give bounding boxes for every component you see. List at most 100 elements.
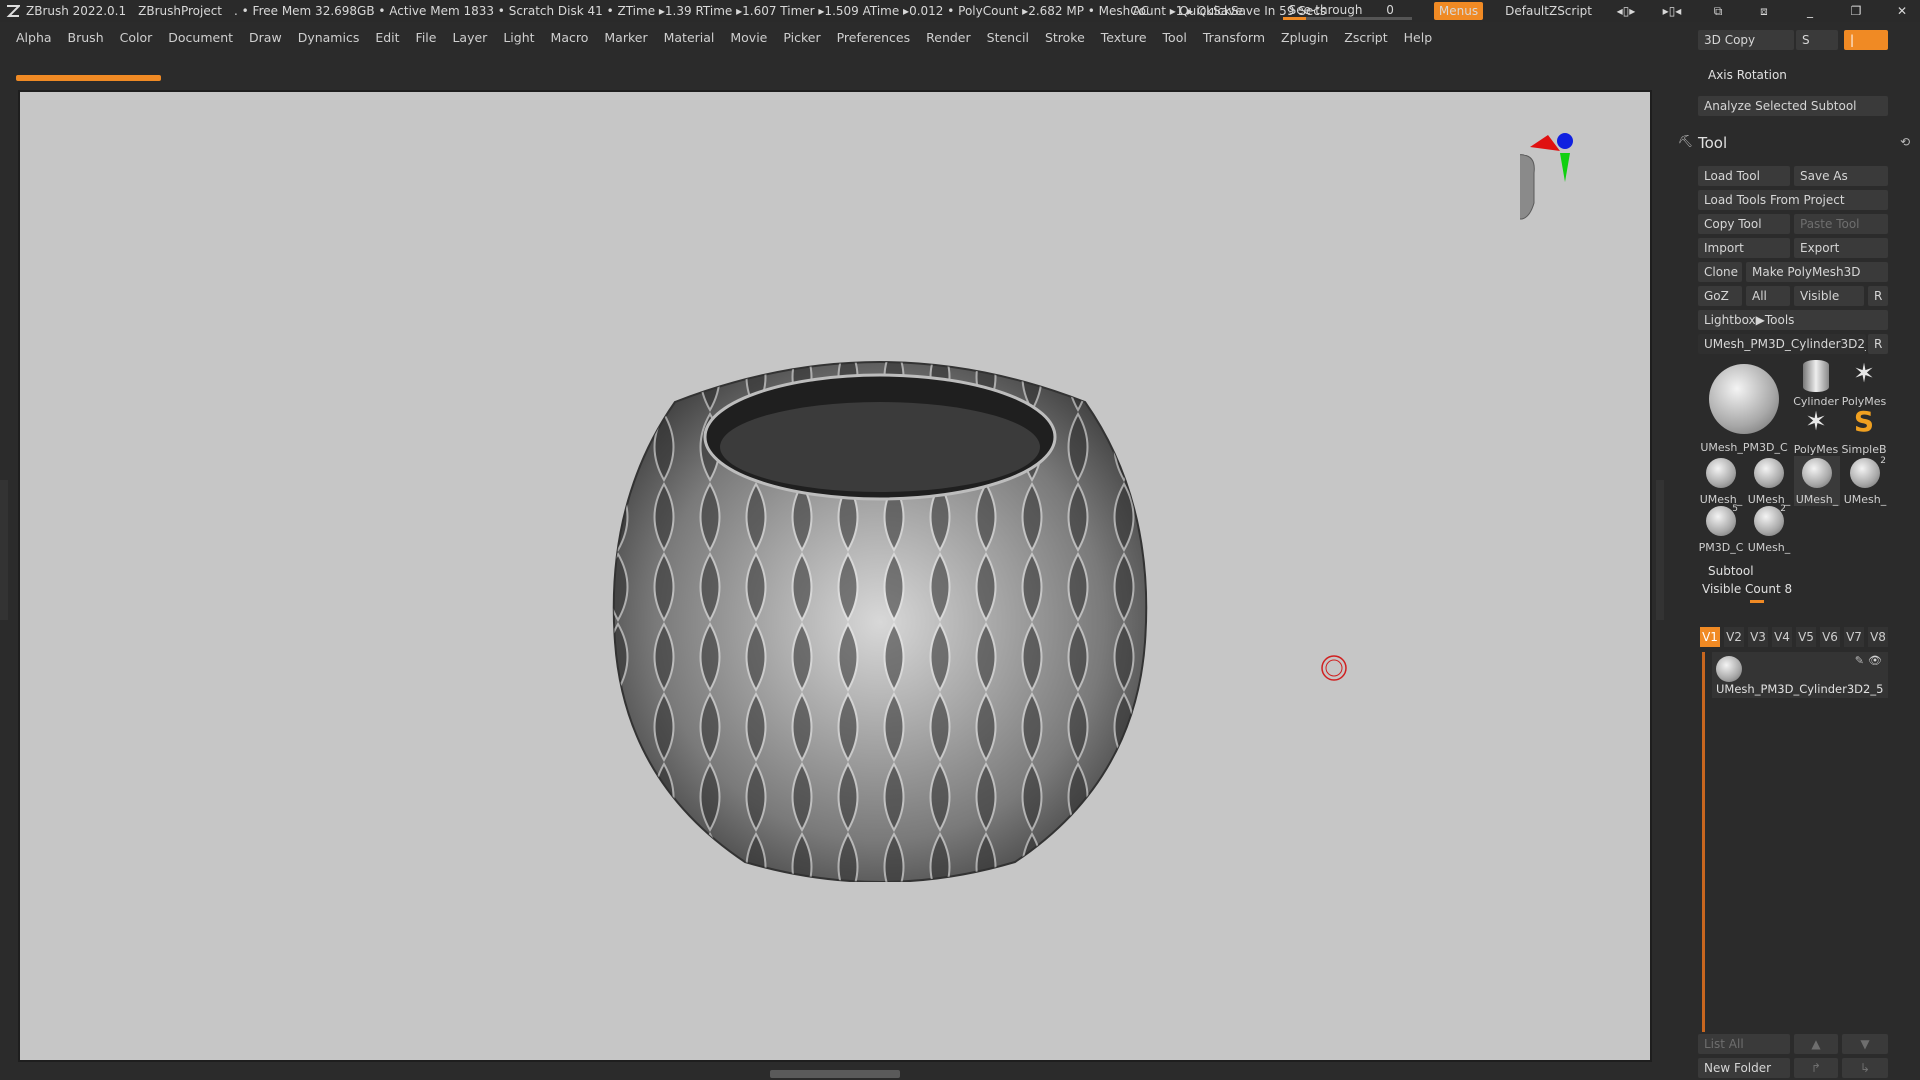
restore-icon[interactable]: ❐ [1844, 4, 1868, 18]
tool-palette-header[interactable]: ⛏ Tool ⟲ [1678, 132, 1920, 154]
menu-zscript[interactable]: Zscript [1344, 30, 1387, 45]
tool-thumb-umesh-large[interactable]: UMesh_PM3D_C [1698, 358, 1790, 454]
right-tray-handle[interactable] [1656, 480, 1664, 620]
reset-icon[interactable]: ⟲ [1900, 135, 1910, 149]
menus-toggle-button[interactable]: Menus [1433, 2, 1484, 20]
visibility-set-v4[interactable]: V4 [1772, 627, 1792, 647]
seethrough-slider[interactable]: See-through 0 [1282, 3, 1412, 20]
move-down-icon[interactable]: ▼ [1842, 1034, 1888, 1054]
orange-slider-button[interactable]: | [1844, 30, 1888, 50]
visibility-set-v7[interactable]: V7 [1844, 627, 1864, 647]
tool-thumb-polymesh[interactable]: ✶ PolyMes [1840, 358, 1888, 408]
layout2-icon[interactable]: ▸▯◂ [1660, 4, 1684, 18]
visibility-set-v5[interactable]: V5 [1796, 627, 1816, 647]
copy-tool-button[interactable]: Copy Tool [1698, 214, 1790, 234]
visibility-set-v6[interactable]: V6 [1820, 627, 1840, 647]
menu-transform[interactable]: Transform [1203, 30, 1265, 45]
menu-brush[interactable]: Brush [68, 30, 104, 45]
layout3-icon[interactable]: ⧉ [1706, 4, 1730, 19]
save-as-button[interactable]: Save As [1794, 166, 1888, 186]
s-button[interactable]: S [1796, 30, 1838, 50]
load-tool-button[interactable]: Load Tool [1698, 166, 1790, 186]
layout-icon[interactable]: ◂▯▸ [1614, 4, 1638, 18]
subtool-list-scrollbar[interactable] [1702, 652, 1705, 1032]
export-button[interactable]: Export [1794, 238, 1888, 258]
clone-button[interactable]: Clone [1698, 262, 1742, 282]
menu-preferences[interactable]: Preferences [837, 30, 911, 45]
bottom-tray-handle[interactable] [770, 1070, 900, 1078]
menu-dynamics[interactable]: Dynamics [298, 30, 360, 45]
tool-thumb-umesh-3[interactable]: UMesh_ [1794, 456, 1840, 506]
subtool-eye-icon[interactable]: 👁 [1868, 654, 1882, 667]
tool-thumb-polymesh-2[interactable]: ✶ PolyMes [1792, 406, 1840, 456]
visibility-set-v3[interactable]: V3 [1748, 627, 1768, 647]
visibility-set-v8[interactable]: V8 [1868, 627, 1888, 647]
menu-texture[interactable]: Texture [1101, 30, 1147, 45]
menu-stroke[interactable]: Stroke [1045, 30, 1085, 45]
navigation-head-icon[interactable] [1520, 127, 1610, 247]
goz-r-button[interactable]: R [1868, 286, 1888, 306]
quicksave-button[interactable]: QuickSave [1179, 4, 1242, 18]
menu-help[interactable]: Help [1404, 30, 1433, 45]
menu-alpha[interactable]: Alpha [16, 30, 52, 45]
tool-thumb-cylinder[interactable]: Cylinder [1792, 358, 1840, 408]
current-tool-slider[interactable]: UMesh_PM3D_Cylinder3D2_5 [1698, 334, 1866, 354]
tool-thumb-umesh-5[interactable]: UMesh_ 2 [1746, 504, 1792, 554]
menu-light[interactable]: Light [503, 30, 534, 45]
paste-tool-button[interactable]: Paste Tool [1794, 214, 1888, 234]
menu-material[interactable]: Material [664, 30, 715, 45]
axis-rotation-label[interactable]: Axis Rotation [1708, 68, 1787, 82]
visibility-set-v2[interactable]: V2 [1724, 627, 1744, 647]
analyze-subtool-button[interactable]: Analyze Selected Subtool [1698, 96, 1888, 116]
tool-thumb-umesh-4[interactable]: UMesh_ 2 [1842, 456, 1888, 506]
app-version: ZBrush 2022.0.1 [26, 4, 127, 18]
new-folder-button[interactable]: New Folder [1698, 1058, 1790, 1078]
minimize-icon[interactable]: _ [1798, 4, 1822, 18]
tool-thumb-umesh-1[interactable]: UMesh_ [1698, 456, 1744, 506]
menu-file[interactable]: File [416, 30, 437, 45]
list-all-button[interactable]: List All [1698, 1034, 1790, 1054]
tool-thumb-pm3d[interactable]: PM3D_C 5 [1698, 504, 1744, 554]
tool-thumb-simplebrush[interactable]: S SimpleB [1840, 406, 1888, 456]
make-polymesh3d-button[interactable]: Make PolyMesh3D [1746, 262, 1888, 282]
sculpt-mesh-vase[interactable] [595, 342, 1165, 882]
subtool-title[interactable]: Subtool [1708, 564, 1754, 578]
menu-zplugin[interactable]: Zplugin [1281, 30, 1328, 45]
lightbox-tools-button[interactable]: Lightbox▶Tools [1698, 310, 1888, 330]
left-tray-handle[interactable] [0, 480, 8, 620]
subtool-row[interactable]: 👁 ✎ UMesh_PM3D_Cylinder3D2_5 [1712, 652, 1888, 698]
ac-label[interactable]: AC [1133, 4, 1149, 18]
menu-draw[interactable]: Draw [249, 30, 282, 45]
menu-marker[interactable]: Marker [604, 30, 647, 45]
document-canvas[interactable] [18, 90, 1652, 1062]
subtool-brush-icon[interactable]: ✎ [1855, 654, 1864, 667]
folder-out-icon[interactable]: ↳ [1842, 1058, 1888, 1078]
menu-picker[interactable]: Picker [783, 30, 820, 45]
tool-thumb-umesh-2[interactable]: UMesh_ [1746, 456, 1792, 506]
import-button[interactable]: Import [1698, 238, 1790, 258]
goz-all-button[interactable]: All [1746, 286, 1790, 306]
menu-stencil[interactable]: Stencil [987, 30, 1029, 45]
menu-document[interactable]: Document [168, 30, 233, 45]
umesh-icon [1754, 458, 1784, 488]
current-tool-r-button[interactable]: R [1868, 334, 1888, 354]
visibility-set-v1[interactable]: V1 [1700, 627, 1720, 647]
menu-render[interactable]: Render [926, 30, 971, 45]
menu-tool[interactable]: Tool [1163, 30, 1187, 45]
visible-count-slider[interactable]: Visible Count 8 [1702, 582, 1792, 596]
menu-edit[interactable]: Edit [375, 30, 399, 45]
layout4-icon[interactable]: ⧈ [1752, 4, 1776, 19]
move-up-icon[interactable]: ▲ [1794, 1034, 1838, 1054]
load-tools-from-project-button[interactable]: Load Tools From Project [1698, 190, 1888, 210]
folder-in-icon[interactable]: ↱ [1794, 1058, 1838, 1078]
menu-layer[interactable]: Layer [452, 30, 487, 45]
goz-visible-button[interactable]: Visible [1794, 286, 1864, 306]
menu-color[interactable]: Color [120, 30, 153, 45]
menu-movie[interactable]: Movie [730, 30, 767, 45]
close-icon[interactable]: ✕ [1890, 4, 1914, 18]
default-zscript-button[interactable]: DefaultZScript [1505, 4, 1592, 18]
tool-title: Tool [1698, 134, 1728, 152]
menu-macro[interactable]: Macro [551, 30, 589, 45]
goz-button[interactable]: GoZ [1698, 286, 1742, 306]
3d-copy-button[interactable]: 3D Copy [1698, 30, 1794, 50]
